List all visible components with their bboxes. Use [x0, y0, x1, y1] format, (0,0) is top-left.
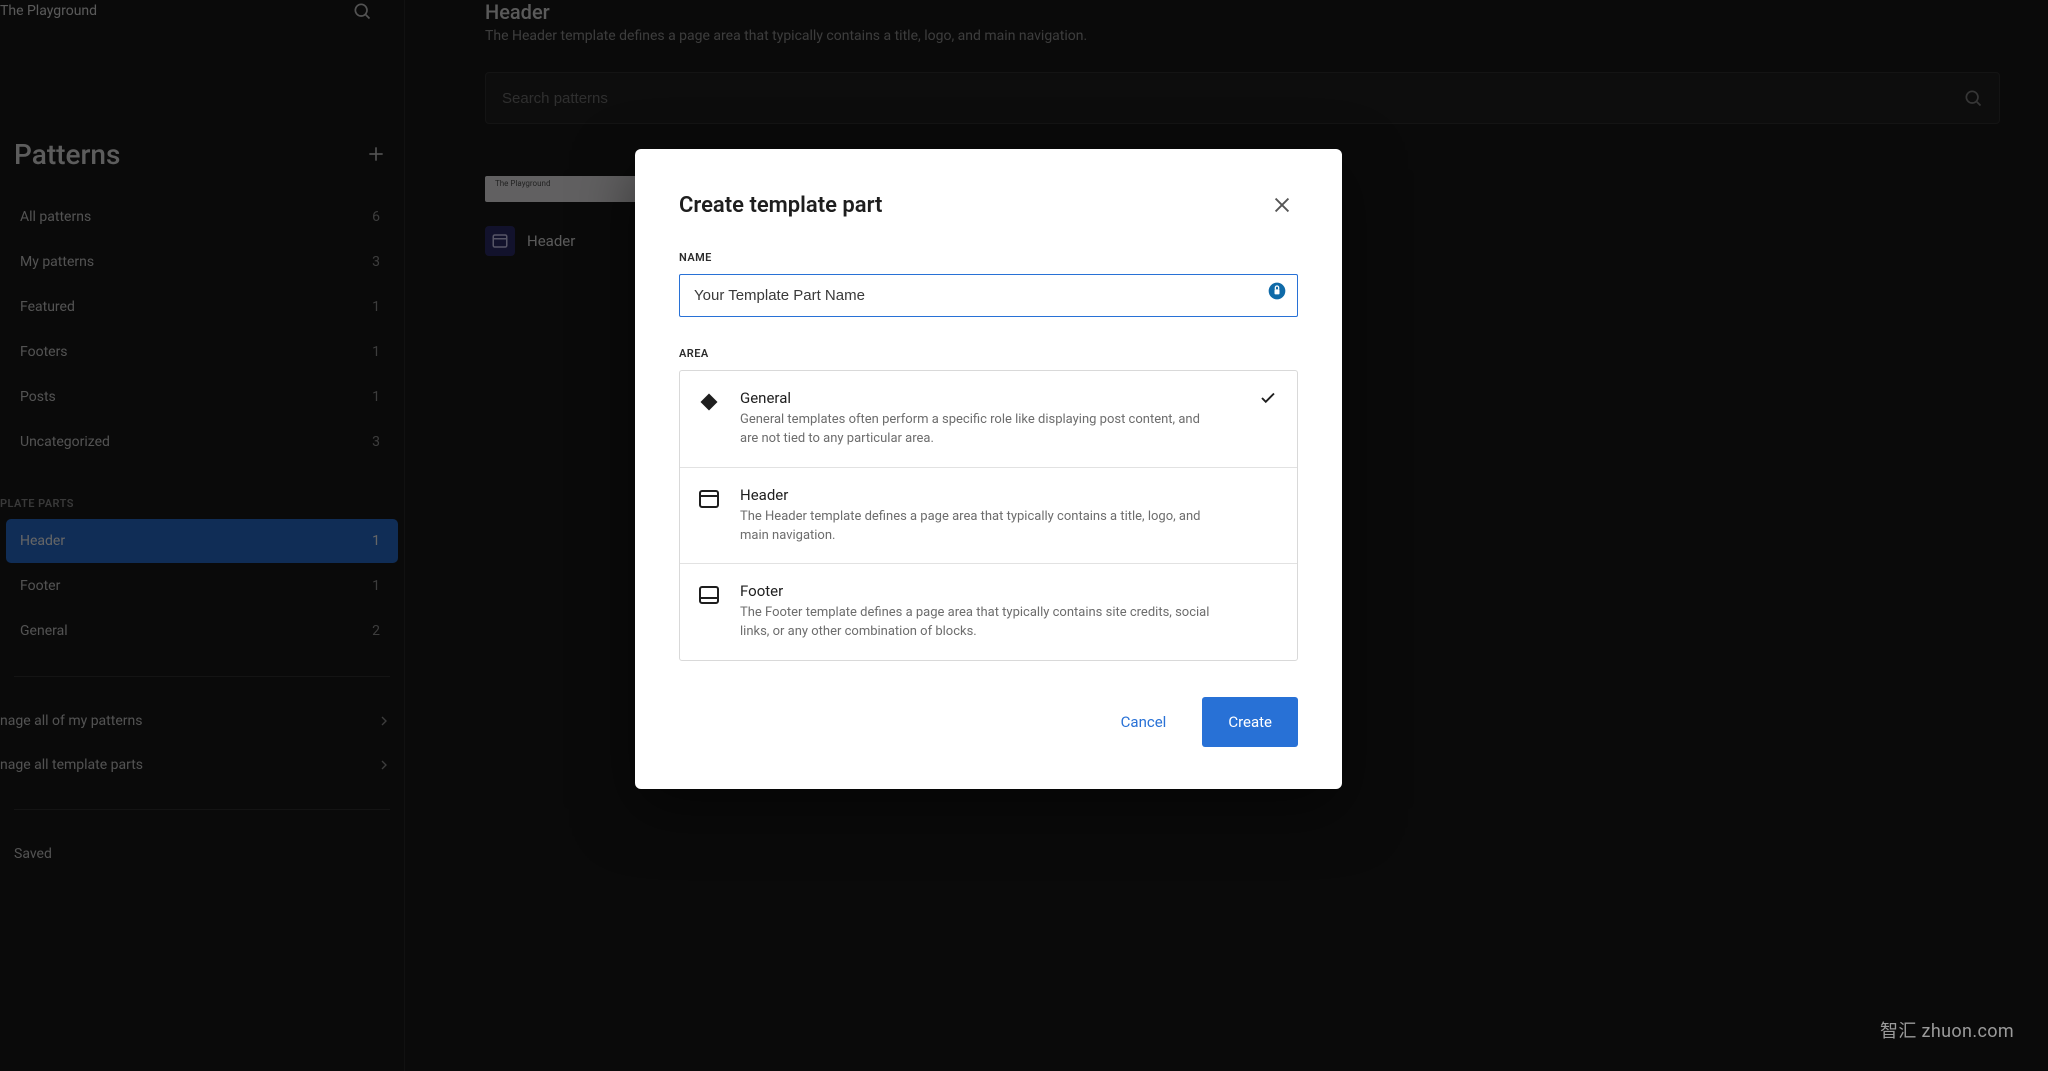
sidebar-item-featured[interactable]: Featured 1 — [6, 285, 398, 329]
modal-header: Create template part — [679, 189, 1298, 221]
search-input[interactable] — [502, 90, 1963, 107]
divider — [14, 676, 390, 677]
general-area-icon — [696, 389, 722, 415]
chevron-right-icon — [376, 757, 392, 773]
sidebar-item-count: 3 — [372, 434, 380, 450]
sidebar-item-label: Footers — [20, 344, 68, 360]
watermark: 智汇 zhuon.com — [1880, 1017, 2014, 1043]
template-parts-label: PLATE PARTS — [0, 465, 404, 518]
area-title: Header — [740, 486, 1210, 504]
page-title: Header — [485, 0, 2000, 24]
sidebar-item-header[interactable]: Header 1 — [6, 519, 398, 563]
divider — [14, 809, 390, 810]
area-body: Footer The Footer template defines a pag… — [740, 582, 1210, 642]
password-manager-icon[interactable] — [1266, 280, 1288, 302]
modal-actions: Cancel Create — [679, 697, 1298, 747]
sidebar-item-count: 6 — [372, 209, 380, 225]
create-template-part-modal: Create template part NAME AREA General G… — [635, 149, 1342, 789]
close-button[interactable] — [1266, 189, 1298, 221]
create-button[interactable]: Create — [1202, 697, 1298, 747]
sidebar-item-posts[interactable]: Posts 1 — [6, 375, 398, 419]
sidebar-item-label: Uncategorized — [20, 434, 110, 450]
area-option-general[interactable]: General General templates often perform … — [680, 371, 1297, 468]
area-body: General General templates often perform … — [740, 389, 1210, 449]
area-field-label: AREA — [679, 347, 1298, 360]
sidebar-item-label: Header — [20, 533, 65, 549]
check-icon — [1259, 389, 1277, 407]
site-name: The Playground — [0, 3, 97, 19]
sidebar-item-count: 1 — [372, 344, 380, 360]
sidebar-item-label: Footer — [20, 578, 60, 594]
area-options: General General templates often perform … — [679, 370, 1298, 661]
area-title: Footer — [740, 582, 1210, 600]
sidebar-item-count: 1 — [372, 533, 380, 549]
sidebar-item-count: 2 — [372, 623, 380, 639]
patterns-title: Patterns — [14, 138, 120, 171]
page-subtitle: The Header template defines a page area … — [485, 28, 2000, 44]
sidebar-item-my-patterns[interactable]: My patterns 3 — [6, 240, 398, 284]
sidebar: The Playground Patterns All patterns 6 My… — [0, 0, 405, 1071]
sidebar-item-all-patterns[interactable]: All patterns 6 — [6, 195, 398, 239]
name-field-label: NAME — [679, 251, 1298, 264]
area-body: Header The Header template defines a pag… — [740, 486, 1210, 546]
area-option-footer[interactable]: Footer The Footer template defines a pag… — [680, 564, 1297, 660]
chevron-right-icon — [376, 713, 392, 729]
area-desc: The Header template defines a page area … — [740, 508, 1210, 546]
sidebar-item-uncategorized[interactable]: Uncategorized 3 — [6, 420, 398, 464]
add-button[interactable] — [358, 136, 394, 172]
header-block-icon — [485, 226, 515, 256]
saved-status: Saved — [0, 832, 404, 876]
search-icon[interactable] — [344, 0, 380, 29]
thumb-text: The Playground — [495, 179, 550, 188]
template-parts-nav: Header 1 Footer 1 General 2 — [0, 518, 404, 654]
sidebar-item-label: All patterns — [20, 209, 91, 225]
sidebar-item-count: 1 — [372, 389, 380, 405]
sidebar-item-count: 1 — [372, 578, 380, 594]
sidebar-item-label: Featured — [20, 299, 75, 315]
area-desc: The Footer template defines a page area … — [740, 604, 1210, 642]
area-desc: General templates often perform a specif… — [740, 411, 1210, 449]
saved-label: Saved — [14, 846, 52, 862]
search-patterns-bar[interactable] — [485, 72, 2000, 124]
area-title: General — [740, 389, 1210, 407]
sidebar-item-count: 1 — [372, 299, 380, 315]
card-title: Header — [527, 232, 575, 250]
manage-label: nage all template parts — [0, 757, 143, 773]
patterns-header: Patterns — [0, 112, 404, 194]
sidebar-item-label: General — [20, 623, 68, 639]
footer-area-icon — [696, 582, 722, 608]
sidebar-item-footer[interactable]: Footer 1 — [6, 564, 398, 608]
sidebar-item-general[interactable]: General 2 — [6, 609, 398, 653]
name-input[interactable] — [679, 274, 1298, 317]
site-row: The Playground — [0, 0, 404, 22]
header-area-icon — [696, 486, 722, 512]
patterns-nav: All patterns 6 My patterns 3 Featured 1 Foo… — [0, 194, 404, 465]
modal-title: Create template part — [679, 193, 882, 218]
sidebar-item-footers[interactable]: Footers 1 — [6, 330, 398, 374]
manage-template-parts[interactable]: nage all template parts — [0, 743, 404, 787]
manage-my-patterns[interactable]: nage all of my patterns — [0, 699, 404, 743]
sidebar-item-label: My patterns — [20, 254, 94, 270]
name-field-wrap — [679, 264, 1298, 317]
area-option-header[interactable]: Header The Header template defines a pag… — [680, 468, 1297, 565]
search-icon[interactable] — [1963, 88, 1983, 108]
cancel-button[interactable]: Cancel — [1095, 697, 1193, 747]
close-icon — [1271, 194, 1293, 216]
manage-label: nage all of my patterns — [0, 713, 142, 729]
sidebar-item-label: Posts — [20, 389, 56, 405]
sidebar-item-count: 3 — [372, 254, 380, 270]
